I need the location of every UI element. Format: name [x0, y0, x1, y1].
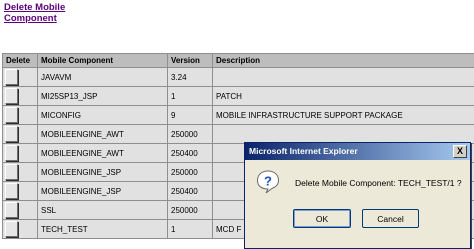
component-cell: MI25SP13_JSP [38, 87, 168, 106]
component-cell: MOBILEENGINE_AWT [38, 125, 168, 144]
delete-row-button[interactable] [5, 183, 18, 199]
component-cell: JAVAVM [38, 68, 168, 87]
version-cell: 3.24 [168, 68, 213, 87]
table-row: JAVAVM3.24 [3, 68, 474, 87]
component-cell: MOBILEENGINE_AWT [38, 144, 168, 163]
close-icon: X [457, 146, 463, 156]
table-row: MI25SP13_JSP1PATCH [3, 87, 474, 106]
delete-cell [3, 182, 38, 201]
column-header-description: Description [213, 54, 474, 68]
question-icon: ? [256, 170, 280, 194]
component-cell: TECH_TEST [38, 220, 168, 239]
column-header-delete: Delete [3, 54, 38, 68]
dialog-message: Delete Mobile Component: TECH_TEST/1 ? [295, 178, 462, 188]
table-row: MICONFIG9MOBILE INFRASTRUCTURE SUPPORT P… [3, 106, 474, 125]
component-cell: SSL [38, 201, 168, 220]
delete-row-button[interactable] [5, 164, 18, 180]
table-row: MOBILEENGINE_AWT250000 [3, 125, 474, 144]
delete-cell [3, 220, 38, 239]
description-cell: PATCH [213, 87, 474, 106]
description-cell [213, 125, 474, 144]
delete-row-button[interactable] [5, 69, 18, 85]
delete-row-button[interactable] [5, 145, 18, 161]
dialog-titlebar[interactable]: Microsoft Internet Explorer X [245, 143, 470, 160]
version-cell: 250000 [168, 201, 213, 220]
component-cell: MOBILEENGINE_JSP [38, 182, 168, 201]
delete-mobile-component-link[interactable]: Delete Mobile Component [4, 2, 94, 24]
delete-row-button[interactable] [5, 88, 18, 104]
delete-row-button[interactable] [5, 126, 18, 142]
cancel-button[interactable]: Cancel [362, 209, 419, 228]
delete-cell [3, 125, 38, 144]
component-cell: MICONFIG [38, 106, 168, 125]
version-cell: 250000 [168, 163, 213, 182]
delete-row-button[interactable] [5, 202, 18, 218]
delete-row-button[interactable] [5, 221, 18, 237]
column-header-mobile-component: Mobile Component [38, 54, 168, 68]
column-header-version: Version [168, 54, 213, 68]
svg-text:?: ? [264, 174, 272, 189]
version-cell: 9 [168, 106, 213, 125]
delete-row-button[interactable] [5, 107, 18, 123]
version-cell: 1 [168, 87, 213, 106]
delete-cell [3, 163, 38, 182]
delete-cell [3, 201, 38, 220]
dialog-close-button[interactable]: X [453, 145, 467, 158]
delete-cell [3, 68, 38, 87]
delete-cell [3, 106, 38, 125]
confirm-dialog: Microsoft Internet Explorer X ? Delete M… [244, 142, 471, 249]
version-cell: 250400 [168, 182, 213, 201]
dialog-title: Microsoft Internet Explorer [249, 146, 358, 156]
description-cell [213, 68, 474, 87]
component-cell: MOBILEENGINE_JSP [38, 163, 168, 182]
version-cell: 250400 [168, 144, 213, 163]
table-header-row: Delete Mobile Component Version Descript… [3, 54, 474, 68]
delete-cell [3, 144, 38, 163]
description-cell: MOBILE INFRASTRUCTURE SUPPORT PACKAGE [213, 106, 474, 125]
version-cell: 1 [168, 220, 213, 239]
version-cell: 250000 [168, 125, 213, 144]
delete-cell [3, 87, 38, 106]
ok-button[interactable]: OK [293, 209, 351, 228]
